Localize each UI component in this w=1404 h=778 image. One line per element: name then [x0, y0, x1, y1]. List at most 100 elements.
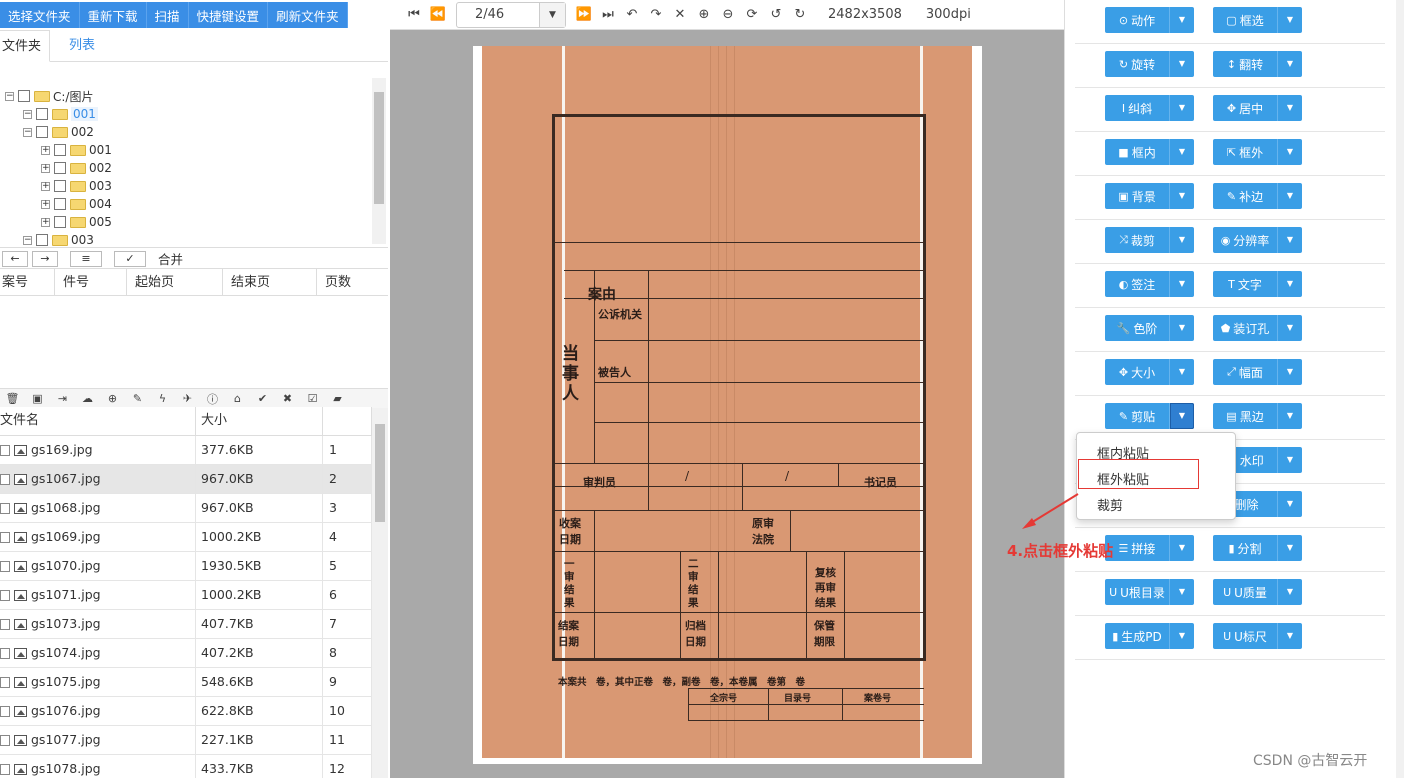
caret-down-icon[interactable]: ▼: [1277, 271, 1302, 297]
collapse-icon[interactable]: −: [23, 109, 32, 119]
caret-down-icon[interactable]: ▼: [1277, 535, 1302, 561]
shortcut-settings-button[interactable]: 快捷键设置: [188, 2, 269, 28]
plane-icon[interactable]: ✈: [175, 392, 200, 405]
tool-split-button[interactable]: ⬟ 装订孔 ▼: [1213, 315, 1302, 341]
col-filename[interactable]: 文件名: [0, 407, 196, 435]
tool-split-button[interactable]: I 纠斜 ▼: [1105, 95, 1194, 121]
checkbox[interactable]: [54, 180, 66, 192]
scroll-thumb[interactable]: [374, 92, 384, 204]
tool-split-button[interactable]: ◐ 签注 ▼: [1105, 271, 1194, 297]
tool-button[interactable]: ✎ 补边: [1213, 183, 1277, 209]
tree-node[interactable]: +004: [41, 195, 112, 213]
caret-down-icon[interactable]: ▼: [1277, 183, 1302, 209]
tree-node[interactable]: +005: [41, 213, 112, 231]
checkbox-icon[interactable]: ☑: [300, 392, 325, 405]
bolt-icon[interactable]: ϟ: [150, 392, 175, 405]
tool-button[interactable]: ▮ 生成PD: [1105, 623, 1169, 649]
checkbox[interactable]: [0, 444, 10, 456]
tree-node[interactable]: +002: [41, 159, 112, 177]
file-scrollbar[interactable]: [372, 408, 388, 778]
caret-down-icon[interactable]: ▼: [1277, 51, 1302, 77]
tool-split-button[interactable]: ▮ 分割 ▼: [1213, 535, 1302, 561]
tool-split-button[interactable]: ⇱ 框外 ▼: [1213, 139, 1302, 165]
table-row[interactable]: gs1078.jpg 433.7KB 12: [0, 755, 372, 778]
checkbox[interactable]: [36, 234, 48, 246]
close-icon[interactable]: ✕: [668, 7, 692, 22]
tool-button[interactable]: ◐ 签注: [1105, 271, 1169, 297]
tool-split-button[interactable]: ↕ 翻转 ▼: [1213, 51, 1302, 77]
caret-down-icon[interactable]: ▼: [1169, 359, 1194, 385]
merge-label[interactable]: 合并: [158, 249, 183, 268]
expand-icon[interactable]: +: [41, 181, 50, 191]
table-row[interactable]: gs1070.jpg 1930.5KB 5: [0, 552, 372, 581]
tool-split-button[interactable]: ▤ 黑边 ▼: [1213, 403, 1302, 429]
checkbox[interactable]: [0, 560, 10, 572]
tool-button[interactable]: ☰ 拼接: [1105, 535, 1169, 561]
arrow-left-icon[interactable]: ←: [2, 250, 28, 267]
first-page-icon[interactable]: ⏮: [402, 7, 426, 22]
tool-button[interactable]: ⇱ 框外: [1213, 139, 1277, 165]
page-select[interactable]: 2/46 ▼: [456, 1, 566, 28]
table-row[interactable]: gs1071.jpg 1000.2KB 6: [0, 581, 372, 610]
tool-split-button[interactable]: ✥ 大小 ▼: [1105, 359, 1194, 385]
checkbox[interactable]: [54, 144, 66, 156]
select-folder-button[interactable]: 选择文件夹: [0, 2, 80, 28]
checkbox[interactable]: [54, 198, 66, 210]
caret-down-icon[interactable]: ▼: [1277, 623, 1302, 649]
delete-icon[interactable]: 🗑: [0, 392, 25, 405]
save-icon[interactable]: ▣: [25, 392, 50, 405]
zoom-out-icon[interactable]: ⊖: [716, 7, 740, 22]
tool-split-button[interactable]: U U质量 ▼: [1213, 579, 1302, 605]
tool-button[interactable]: ↻ 旋转: [1105, 51, 1169, 77]
caret-down-icon[interactable]: ▼: [1169, 315, 1194, 341]
table-row[interactable]: gs1069.jpg 1000.2KB 4: [0, 523, 372, 552]
caret-down-icon[interactable]: ▼: [1169, 579, 1194, 605]
tool-split-button[interactable]: ⤢ 幅面 ▼: [1213, 359, 1302, 385]
table-row[interactable]: gs169.jpg 377.6KB 1: [0, 436, 372, 465]
tool-button[interactable]: ⤢ 幅面: [1213, 359, 1277, 385]
refresh-folder-button[interactable]: 刷新文件夹: [268, 2, 348, 28]
document-image[interactable]: 案由 公诉机关 被告人 当事人 审判员 / / 书记员 收案日期 原审法院 一审…: [473, 46, 982, 764]
collapse-icon[interactable]: −: [23, 127, 32, 137]
caret-down-icon[interactable]: ▼: [1169, 403, 1194, 429]
tab-folder[interactable]: 文件夹: [0, 30, 50, 62]
caret-down-icon[interactable]: ▼: [1277, 579, 1302, 605]
download-icon[interactable]: ⊕: [100, 392, 125, 405]
checkbox[interactable]: [0, 531, 10, 543]
check-icon[interactable]: ✔: [250, 392, 275, 405]
tool-button[interactable]: ✥ 居中: [1213, 95, 1277, 121]
col-end-page[interactable]: 结束页: [223, 269, 317, 295]
caret-down-icon[interactable]: ▼: [1277, 491, 1302, 517]
upload-icon[interactable]: ☁: [75, 392, 100, 405]
caret-down-icon[interactable]: ▼: [1277, 95, 1302, 121]
refresh-icon[interactable]: ⟳: [740, 7, 764, 22]
table-row[interactable]: gs1067.jpg 967.0KB 2: [0, 465, 372, 494]
expand-icon[interactable]: +: [41, 163, 50, 173]
checkbox[interactable]: [0, 473, 10, 485]
chevron-down-icon[interactable]: ▼: [539, 2, 565, 27]
caret-down-icon[interactable]: ▼: [1169, 139, 1194, 165]
tool-button[interactable]: ▢ 框选: [1213, 7, 1277, 33]
tool-split-button[interactable]: ↻ 旋转 ▼: [1105, 51, 1194, 77]
redownload-button[interactable]: 重新下载: [79, 2, 147, 28]
col-case-number[interactable]: 案号: [0, 269, 55, 295]
caret-down-icon[interactable]: ▼: [1277, 359, 1302, 385]
caret-down-icon[interactable]: ▼: [1169, 95, 1194, 121]
tool-split-button[interactable]: ▮ 生成PD ▼: [1105, 623, 1194, 649]
folder-open-icon[interactable]: ▰: [325, 392, 350, 405]
col-size[interactable]: 大小: [196, 407, 323, 435]
tool-button[interactable]: U U根目录: [1105, 579, 1169, 605]
rotate-right-icon[interactable]: ↻: [788, 7, 812, 22]
table-row[interactable]: gs1074.jpg 407.2KB 8: [0, 639, 372, 668]
checkbox[interactable]: [36, 126, 48, 138]
tool-button[interactable]: ⬟ 装订孔: [1213, 315, 1277, 341]
table-row[interactable]: gs1075.jpg 548.6KB 9: [0, 668, 372, 697]
tree-node[interactable]: − C:/图片: [5, 87, 93, 105]
caret-down-icon[interactable]: ▼: [1169, 183, 1194, 209]
table-row[interactable]: gs1073.jpg 407.7KB 7: [0, 610, 372, 639]
expand-icon[interactable]: +: [41, 217, 50, 227]
last-page-icon[interactable]: ⏭: [596, 7, 620, 22]
tool-split-button[interactable]: ■ 框内 ▼: [1105, 139, 1194, 165]
checkbox[interactable]: [0, 676, 10, 688]
checkbox[interactable]: [0, 734, 10, 746]
